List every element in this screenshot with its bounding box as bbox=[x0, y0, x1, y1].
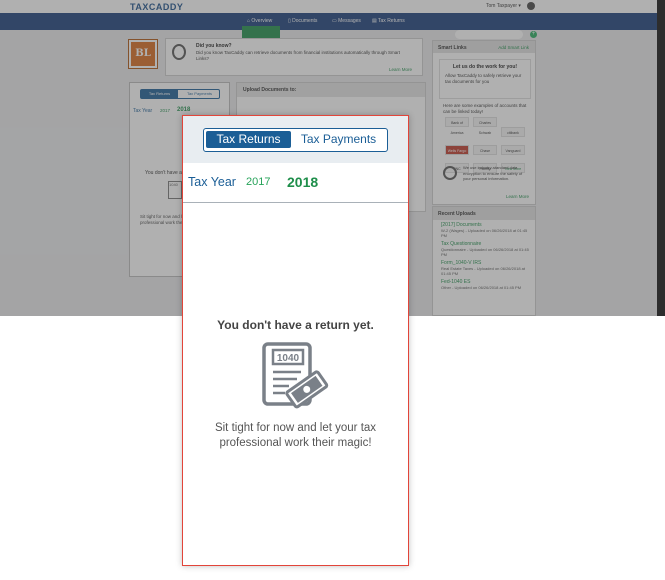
tax-returns-card: Tax Returns Tax Payments Tax Year 2017 2… bbox=[182, 115, 409, 566]
main-nav: ⌂ Overview ▯ Documents ▭ Messages ▤ Tax … bbox=[0, 13, 657, 43]
year-option[interactable]: 2017 bbox=[246, 176, 270, 188]
list-item[interactable]: Tax Questionnaire Questionnaire - Uploade… bbox=[433, 239, 535, 258]
recent-uploads-title: Recent Uploads bbox=[433, 207, 535, 220]
icon-label: 1040 bbox=[169, 182, 178, 187]
form-1040-icon: 1040 bbox=[262, 342, 329, 409]
upload-meta: Real Estate Taxes - Uploaded on 06/26/20… bbox=[441, 266, 525, 276]
add-smart-link-button[interactable]: Add Smart Link bbox=[498, 45, 529, 50]
learn-more-link[interactable]: Learn More bbox=[389, 67, 412, 72]
upload-meta: Other - Uploaded on 06/26/2018 at 01:45 … bbox=[441, 285, 522, 290]
tax-year-selector: Tax Year 2017 2018 bbox=[183, 163, 408, 203]
add-icon[interactable]: + bbox=[530, 31, 537, 38]
nav-label: Tax Returns bbox=[378, 18, 405, 24]
avatar[interactable] bbox=[527, 2, 535, 10]
bank-logo[interactable]: Chase bbox=[473, 145, 497, 155]
tab-tax-payments[interactable]: Tax Payments bbox=[292, 131, 385, 148]
promo-text: Allow TaxCaddy to safely retrieve your t… bbox=[445, 73, 522, 84]
list-item[interactable]: Fed-1040 ES Other - Uploaded on 06/26/201… bbox=[433, 277, 535, 291]
icon-label: 1040 bbox=[277, 353, 300, 364]
nav-item-overview[interactable]: ⌂ Overview bbox=[247, 18, 272, 24]
security-text: We use industry-standard data encryption… bbox=[463, 165, 523, 181]
list-item[interactable]: [2017] Documents W-2 (Wages) - Uploaded o… bbox=[433, 220, 535, 239]
smart-links-promo: Let us do the work for you! Allow TaxCad… bbox=[439, 59, 531, 99]
top-bar: TAXCADDY Tom Taxpayer ▾ bbox=[0, 0, 657, 13]
bank-logo[interactable]: citibank bbox=[501, 127, 525, 137]
bank-logo[interactable]: Vanguard bbox=[501, 145, 525, 155]
smart-links-panel: Smart Links Add Smart Link Let us do the… bbox=[432, 40, 536, 205]
did-you-know-title: Did you know? bbox=[196, 43, 232, 49]
nav-label: Overview bbox=[251, 18, 273, 24]
card-header: Tax Returns Tax Payments bbox=[183, 116, 408, 163]
tax-year-label: Tax Year bbox=[188, 175, 236, 189]
upload-meta: Questionnaire - Uploaded on 06/26/2018 a… bbox=[441, 247, 529, 257]
map-pin-icon bbox=[172, 44, 186, 60]
window-edge bbox=[657, 0, 665, 316]
returns-payments-toggle: Tax Returns Tax Payments bbox=[140, 89, 220, 99]
recent-uploads-panel: Recent Uploads [2017] Documents W-2 (Wage… bbox=[432, 206, 536, 316]
bank-logo[interactable]: Bank of America bbox=[445, 117, 469, 135]
tab-tax-returns[interactable]: Tax Returns bbox=[206, 131, 291, 148]
did-you-know-card: Did you know? Did you know TaxCaddy can … bbox=[165, 38, 423, 76]
nav-label: Documents bbox=[292, 18, 318, 24]
examples-text: Here are some examples of accounts that … bbox=[443, 103, 527, 114]
tax-year-label: Tax Year bbox=[133, 108, 153, 114]
form-1040-icon: 1040 bbox=[168, 181, 182, 199]
bank-logo[interactable]: Charles Schwab bbox=[473, 117, 497, 135]
list-item[interactable]: Form_1040-V IRS Real Estate Taxes - Uploa… bbox=[433, 258, 535, 277]
did-you-know-text: Did you know TaxCaddy can retrieve docum… bbox=[196, 50, 401, 61]
promo-title: Let us do the work for you! bbox=[452, 64, 518, 70]
user-menu[interactable]: Tom Taxpayer ▾ bbox=[486, 3, 521, 9]
lock-icon bbox=[443, 166, 457, 180]
nav-label: Messages bbox=[338, 18, 361, 24]
year-selected[interactable]: 2018 bbox=[177, 107, 190, 113]
tab-tax-payments[interactable]: Tax Payments bbox=[179, 90, 220, 98]
empty-title: You don't have a return yet. bbox=[217, 318, 374, 332]
bank-logo[interactable]: Wells Fargo bbox=[445, 145, 469, 155]
user-name: Tom Taxpayer bbox=[486, 3, 518, 9]
firm-logo: BL bbox=[128, 39, 158, 69]
learn-more-link[interactable]: Learn More bbox=[506, 194, 529, 199]
search-input[interactable] bbox=[455, 30, 523, 39]
year-selected[interactable]: 2018 bbox=[287, 174, 318, 190]
app-logo[interactable]: TAXCADDY bbox=[130, 2, 183, 12]
empty-message: Sit tight for now and let your tax profe… bbox=[214, 422, 377, 449]
nav-item-messages[interactable]: ▭ Messages bbox=[332, 18, 361, 24]
upload-title: Upload Documents to: bbox=[237, 83, 425, 97]
year-option[interactable]: 2017 bbox=[160, 108, 170, 113]
returns-payments-toggle: Tax Returns Tax Payments bbox=[203, 128, 388, 152]
nav-item-tax-returns[interactable]: ▤ Tax Returns bbox=[372, 18, 405, 24]
nav-item-documents[interactable]: ▯ Documents bbox=[288, 18, 317, 24]
tab-tax-returns[interactable]: Tax Returns bbox=[141, 90, 178, 98]
upload-meta: W-2 (Wages) - Uploaded on 06/26/2018 at … bbox=[441, 228, 528, 238]
